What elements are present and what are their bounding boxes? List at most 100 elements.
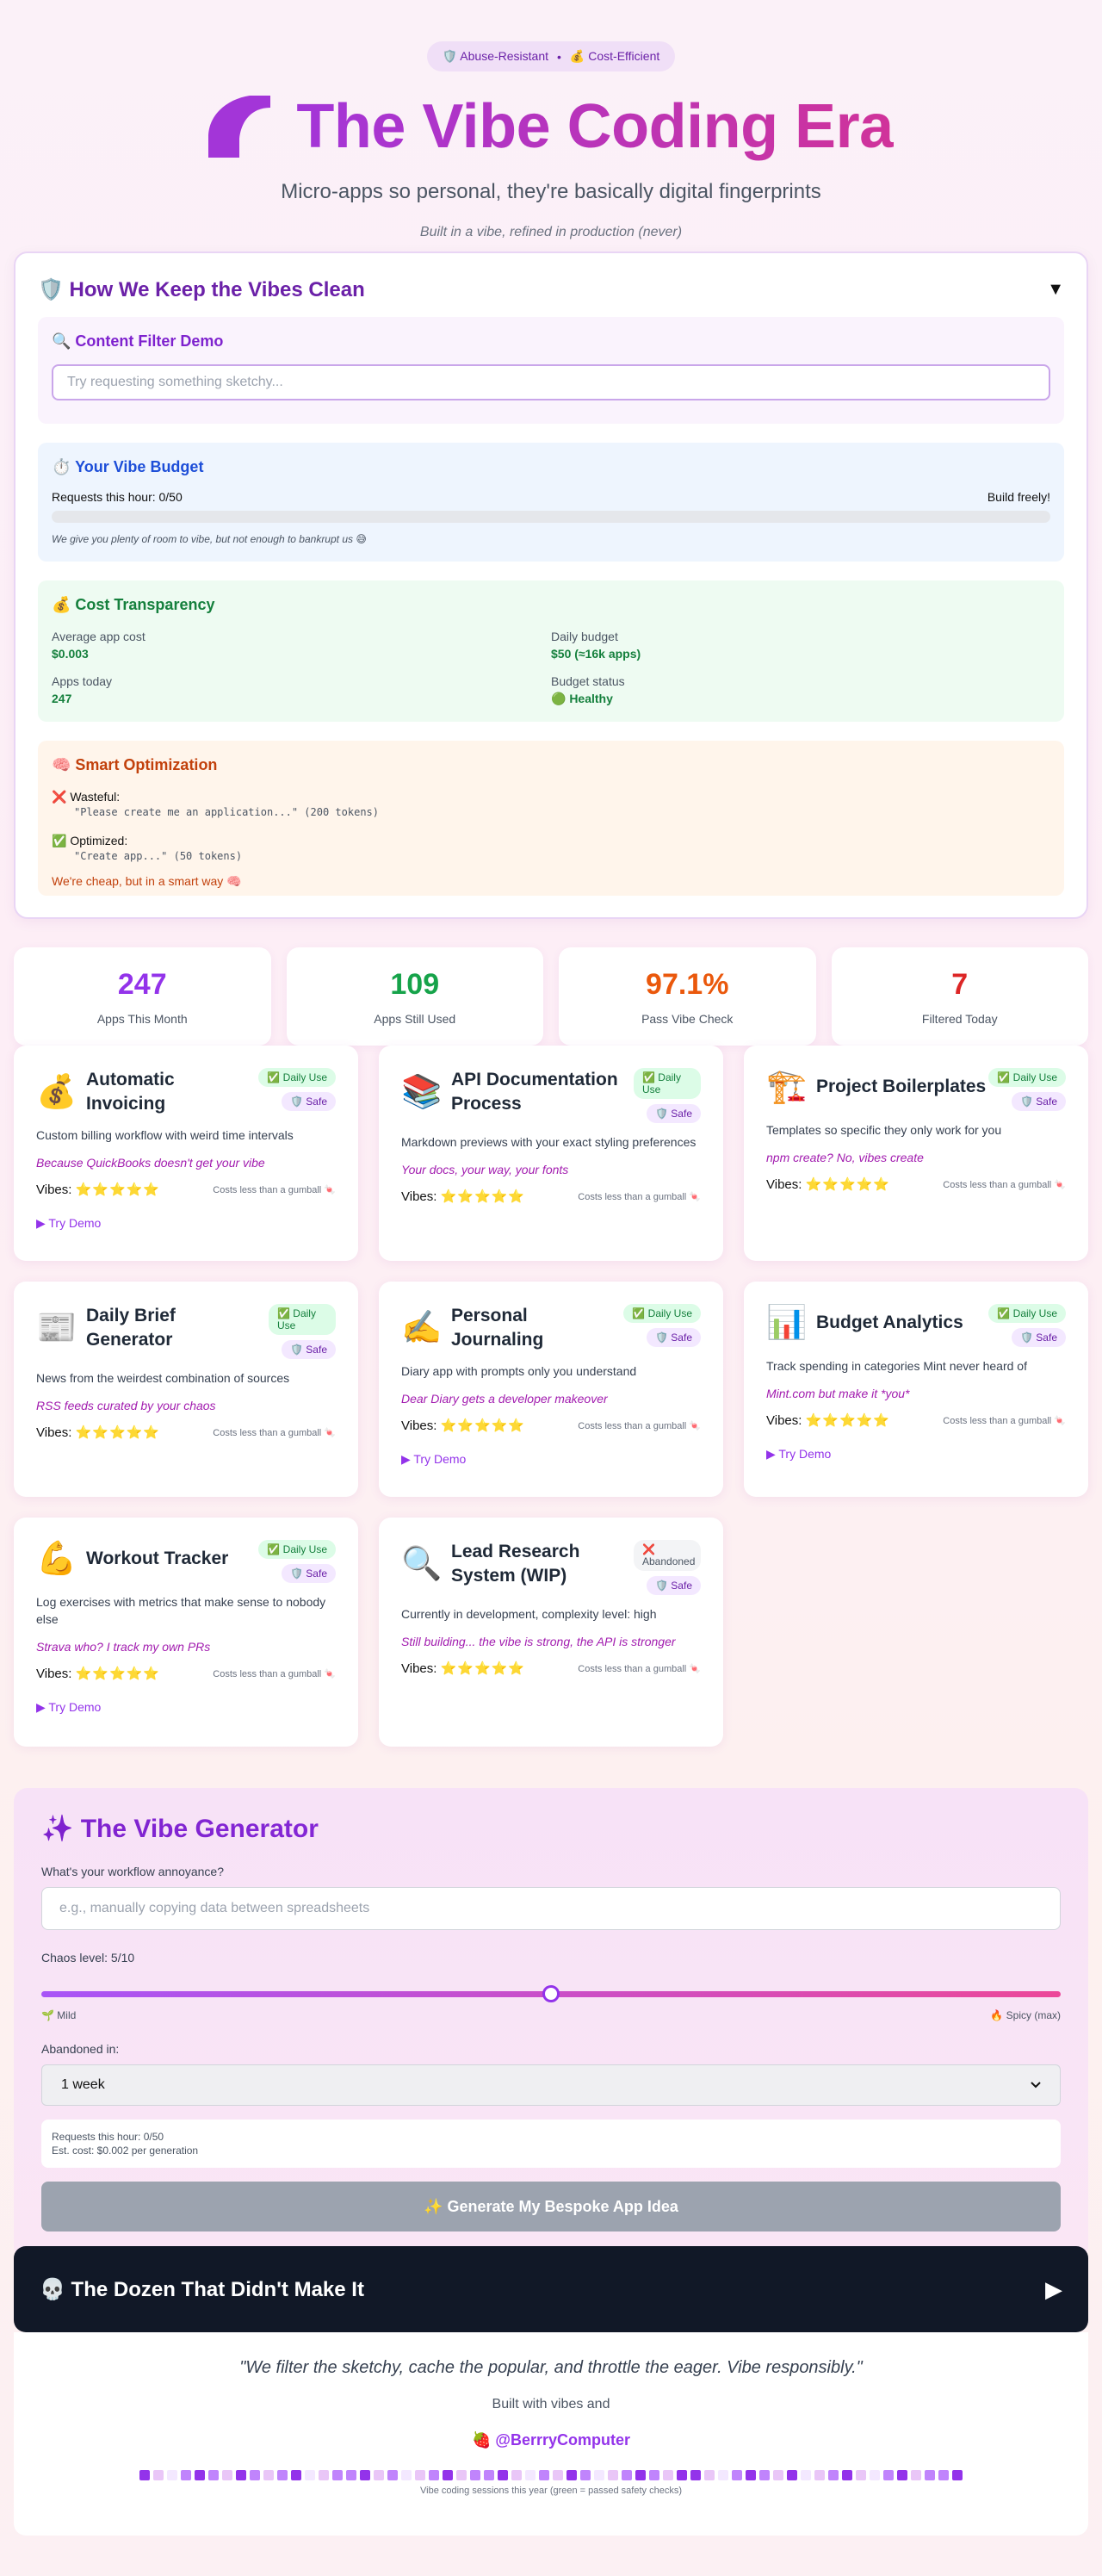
annoyance-label: What's your workflow annoyance? — [41, 1865, 224, 1878]
stat-value: 97.1% — [646, 968, 729, 1001]
app-card-api-documentation[interactable]: 📚 API Documentation Process ✅ Daily Use … — [379, 1046, 723, 1261]
safe-badge: 🛡️ Safe — [647, 1104, 701, 1123]
heatmap-cell — [443, 2470, 453, 2480]
generator-info-box: Requests this hour: 0/50 Est. cost: $0.0… — [41, 2120, 1061, 2168]
heatmap-cell — [773, 2470, 783, 2480]
cost-note: Costs less than a gumball 🍬 — [578, 1420, 701, 1431]
heatmap-cell — [883, 2470, 894, 2480]
cost-item-apps-today: Apps today 247 — [52, 674, 551, 706]
heatmap-cell — [828, 2470, 839, 2480]
cost-note: Costs less than a gumball 🍬 — [213, 1184, 336, 1195]
app-card-workout-tracker[interactable]: 💪 Workout Tracker ✅ Daily Use 🛡️ Safe Lo… — [14, 1518, 358, 1747]
footer: "We filter the sketchy, cache the popula… — [14, 2332, 1088, 2536]
content-filter-input[interactable]: Try requesting something sketchy... — [52, 364, 1050, 400]
heatmap-cell — [649, 2470, 659, 2480]
stat-label: Apps Still Used — [374, 1012, 456, 1026]
writing-hand-icon: ✍️ — [401, 1310, 443, 1346]
app-card-automatic-invoicing[interactable]: 💰 Automatic Invoicing ✅ Daily Use 🛡️ Saf… — [14, 1046, 358, 1261]
status-badge: ✅ Daily Use — [258, 1068, 336, 1087]
graveyard-header[interactable]: 💀 The Dozen That Didn't Make It ▶ — [14, 2246, 1088, 2332]
cost-label: Daily budget — [551, 630, 618, 643]
chaos-slider[interactable] — [41, 1985, 1061, 2002]
cost-label: Average app cost — [52, 630, 145, 643]
app-card-project-boilerplates[interactable]: 🏗️ Project Boilerplates ✅ Daily Use 🛡️ S… — [744, 1046, 1088, 1261]
heatmap-cell — [814, 2470, 825, 2480]
card-description: Custom billing workflow with weird time … — [36, 1128, 294, 1142]
card-quote: Still building... the vibe is strong, th… — [401, 1635, 676, 1648]
hero-section: 🛡️ Abuse-Resistant • 💰 Cost-Efficient Th… — [7, 0, 1095, 250]
abandoned-select[interactable]: 1 week — [41, 2064, 1061, 2106]
heatmap-cell — [787, 2470, 797, 2480]
chaos-slider-thumb[interactable] — [542, 1985, 560, 2002]
hero-title-row: The Vibe Coding Era — [7, 90, 1095, 163]
annoyance-input[interactable]: e.g., manually copying data between spre… — [41, 1887, 1061, 1930]
heatmap-cell — [511, 2470, 522, 2480]
vibes-label: Vibes: — [401, 1661, 437, 1676]
vibes-label: Vibes: — [766, 1413, 802, 1428]
app-card-daily-brief[interactable]: 📰 Daily Brief Generator ✅ Daily Use 🛡️ S… — [14, 1282, 358, 1497]
heatmap-cell — [594, 2470, 604, 2480]
safety-panel-header[interactable]: 🛡️ How We Keep the Vibes Clean ▼ — [38, 274, 1064, 305]
heatmap-cell — [387, 2470, 398, 2480]
heatmap-cell — [360, 2470, 370, 2480]
status-badge: ❌ Abandoned — [634, 1540, 701, 1571]
vibe-generator: ✨ The Vibe Generator What's your workflo… — [14, 1788, 1088, 2260]
try-demo-link[interactable]: ▶ Try Demo — [401, 1452, 701, 1467]
chaos-slider-ends: 🌱 Mild 🔥 Spicy (max) — [41, 2009, 1061, 2021]
content-filter-title: 🔍 Content Filter Demo — [52, 332, 224, 350]
budget-progress-bar — [52, 511, 1050, 523]
heatmap-cell — [195, 2470, 205, 2480]
try-demo-link[interactable]: ▶ Try Demo — [36, 1216, 336, 1231]
footer-handle-link[interactable]: 🍓 @BerrryComputer — [14, 2431, 1088, 2449]
status-badge: ✅ Daily Use — [623, 1304, 701, 1323]
mild-label: 🌱 Mild — [41, 2009, 77, 2021]
abandoned-label: Abandoned in: — [41, 2042, 120, 2056]
app-card-lead-research[interactable]: 🔍 Lead Research System (WIP) ❌ Abandoned… — [379, 1518, 723, 1747]
heatmap-cell — [484, 2470, 494, 2480]
heatmap-cell — [470, 2470, 480, 2480]
heatmap-cell — [856, 2470, 866, 2480]
cost-label: Budget status — [551, 674, 625, 688]
cost-note: Costs less than a gumball 🍬 — [943, 1179, 1066, 1190]
collapse-toggle-icon[interactable]: ▼ — [1047, 280, 1064, 300]
heatmap-cell — [952, 2470, 963, 2480]
generator-requests: Requests this hour: 0/50 — [52, 2131, 164, 2143]
app-card-personal-journaling[interactable]: ✍️ Personal Journaling ✅ Daily Use 🛡️ Sa… — [379, 1282, 723, 1497]
safe-badge: 🛡️ Safe — [282, 1340, 336, 1359]
vibe-budget-title: ⏱️ Your Vibe Budget — [52, 458, 204, 475]
expand-toggle-icon[interactable]: ▶ — [1045, 2276, 1062, 2303]
budget-row: Requests this hour: 0/50 Build freely! — [52, 490, 1050, 504]
vibes-label: Vibes: — [36, 1667, 72, 1681]
try-demo-link[interactable]: ▶ Try Demo — [36, 1700, 336, 1715]
stat-label: Pass Vibe Check — [641, 1012, 734, 1026]
card-title: Budget Analytics — [816, 1313, 963, 1332]
heatmap-cell — [635, 2470, 646, 2480]
cost-item-average: Average app cost $0.003 — [52, 630, 551, 661]
construction-crane-icon: 🏗️ — [766, 1069, 808, 1105]
star-rating-icon: ⭐⭐⭐⭐⭐ — [805, 1177, 890, 1192]
heatmap-cell — [580, 2470, 591, 2480]
magnifying-glass-icon: 🔍 — [401, 1546, 443, 1582]
abandoned-selected-value: 1 week — [61, 2077, 105, 2092]
card-quote: Dear Diary gets a developer makeover — [401, 1392, 608, 1406]
try-demo-link[interactable]: ▶ Try Demo — [766, 1447, 1066, 1462]
heatmap-cell — [139, 2470, 150, 2480]
heatmap-cell — [938, 2470, 949, 2480]
heatmap-cell — [319, 2470, 329, 2480]
bar-chart-icon: 📊 — [766, 1305, 808, 1341]
heatmap-cell — [346, 2470, 356, 2480]
app-card-budget-analytics[interactable]: 📊 Budget Analytics ✅ Daily Use 🛡️ Safe T… — [744, 1282, 1088, 1497]
heatmap-cell — [801, 2470, 811, 2480]
cost-note: Costs less than a gumball 🍬 — [213, 1427, 336, 1438]
books-icon: 📚 — [401, 1074, 443, 1110]
vibes-rating: Vibes: ⭐⭐⭐⭐⭐ — [401, 1418, 525, 1433]
heatmap-cell — [222, 2470, 232, 2480]
hero-subtitle: Micro-apps so personal, they're basicall… — [281, 180, 821, 203]
star-rating-icon: ⭐⭐⭐⭐⭐ — [440, 1661, 525, 1676]
generate-button[interactable]: ✨ Generate My Bespoke App Idea — [41, 2182, 1061, 2231]
wasteful-code: "Please create me an application..." (20… — [74, 806, 380, 818]
card-description: Markdown previews with your exact stylin… — [401, 1135, 696, 1149]
graveyard-title: 💀 The Dozen That Didn't Make It — [40, 2277, 364, 2301]
heatmap-cell — [263, 2470, 274, 2480]
chevron-down-icon — [1031, 2082, 1041, 2089]
